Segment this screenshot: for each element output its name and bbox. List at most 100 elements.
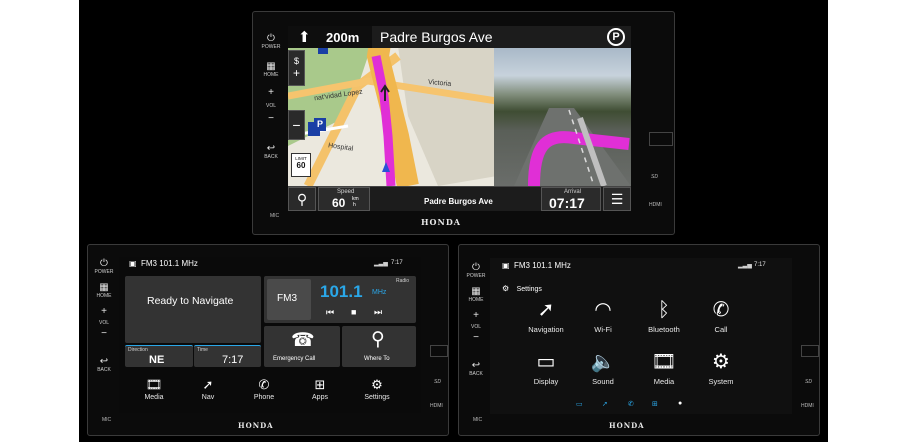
volume-up-button[interactable]: + <box>268 88 274 98</box>
settings-item-label: System <box>708 377 734 386</box>
power-icon: ⏻ <box>267 33 275 44</box>
menu-button[interactable]: ☰ <box>603 187 631 211</box>
home-label: HOME <box>263 72 279 78</box>
gear-icon[interactable]: ● <box>678 400 682 407</box>
bluetooth-icon: ᛒ <box>658 299 670 321</box>
dock-label: Phone <box>253 394 275 401</box>
settings-item-label: Wi-Fi <box>594 325 612 334</box>
home-button[interactable]: ▦ HOME <box>469 287 484 304</box>
power-button[interactable]: ⏻ POWER <box>95 259 114 276</box>
home-button[interactable]: ▦ HOME <box>263 62 279 79</box>
search-button[interactable]: ⚲ <box>288 187 316 211</box>
top-side-controls: ⏻ POWER ▦ HOME + VOL − ↩ BACK <box>255 33 287 161</box>
phone-icon: ✆ <box>712 299 730 321</box>
volume-down-button[interactable]: − <box>473 333 479 343</box>
nav-arrow-icon: ➚ <box>202 377 214 392</box>
media-icon: 🎞 <box>145 377 163 392</box>
home-button[interactable]: ▦ HOME <box>97 282 112 300</box>
settings-title: Settings <box>516 286 542 293</box>
hdmi-label: HDMI <box>801 403 814 409</box>
power-label: POWER <box>261 44 281 50</box>
wifi-icon: ◠ <box>594 299 612 321</box>
status-clock: 7:17 <box>754 262 766 268</box>
settings-navigation[interactable]: ➚ Navigation <box>516 298 576 334</box>
status-bar: ⚲ Speed 60 km h Padre Burgos Ave Arrival… <box>288 186 631 211</box>
power-icon: ⏻ <box>472 262 480 273</box>
settings-system[interactable]: ⚙ System <box>691 350 751 386</box>
settings-bluetooth[interactable]: ᛒ Bluetooth <box>634 298 694 334</box>
honda-logo: HONDA <box>609 421 645 430</box>
emergency-call-tile[interactable]: ☎ Emergency Call <box>264 326 340 367</box>
speed-limit-value: 60 <box>296 161 306 170</box>
back-button[interactable]: ↩ BACK <box>469 361 483 378</box>
nav-status-tile[interactable]: Ready to Navigate <box>125 276 261 343</box>
back-arrow-icon: ↩ <box>99 356 109 367</box>
frequency-unit: MHz <box>372 289 387 296</box>
radio-status-icon: ▣ <box>502 261 510 270</box>
hdmi-label: HDMI <box>649 202 662 208</box>
product-composite: ⏻ POWER ▦ HOME + VOL − ↩ BACK MIC HONDA … <box>79 0 828 442</box>
settings-side-controls: ⏻ POWER ▦ HOME + VOL − ↩ BACK <box>461 262 491 378</box>
volume-up-button[interactable]: + <box>473 311 479 321</box>
minus-icon: − <box>473 332 479 343</box>
back-label: BACK <box>469 371 483 377</box>
previous-track-icon[interactable]: ⏮ <box>326 307 334 318</box>
settings-media[interactable]: 🎞 Media <box>634 350 694 386</box>
speed-display: Speed 60 km h <box>318 187 370 211</box>
dock-apps[interactable]: ⊞ Apps <box>305 378 335 402</box>
mic-label: MIC <box>473 417 483 423</box>
search-icon: ⚲ <box>296 190 308 207</box>
usb-port-cover <box>801 345 819 357</box>
next-track-icon[interactable]: ⏭ <box>374 307 382 318</box>
settings-wifi[interactable]: ◠ Wi-Fi <box>573 298 633 334</box>
media-icon[interactable]: ▭ <box>576 400 583 408</box>
back-button[interactable]: ↩ BACK <box>264 144 278 161</box>
usb-port-cover <box>649 132 673 146</box>
sd-slot-label: SD <box>805 379 812 385</box>
dock-label: Apps <box>312 394 328 401</box>
where-to-tile[interactable]: ⚲ Where To <box>342 326 416 367</box>
settings-call[interactable]: ✆ Call <box>691 298 751 334</box>
phone-icon[interactable]: ✆ <box>628 400 634 408</box>
radio-tile[interactable]: FM3 Radio 101.1 MHz ⏮ ■ ⏭ <box>264 276 416 323</box>
volume-up-button[interactable]: + <box>101 307 107 317</box>
apps-grid-icon[interactable]: ⊞ <box>652 400 658 408</box>
stop-icon[interactable]: ■ <box>351 307 356 317</box>
status-clock: 7:17 <box>391 260 403 266</box>
search-icon: ⚲ <box>371 329 385 350</box>
frequency-value: 101.1 <box>320 282 363 301</box>
time-value: 7:17 <box>222 354 244 366</box>
dock-nav[interactable]: ➚ Nav <box>193 377 223 402</box>
dock-phone[interactable]: ✆ Phone <box>249 378 279 402</box>
radio-label: Radio <box>396 278 410 284</box>
turn-arrow-up-icon: ⬆ <box>298 29 311 46</box>
phone-icon: ☎ <box>291 330 315 351</box>
next-turn-panel[interactable]: ⬆ 200m <box>288 26 372 48</box>
back-button[interactable]: ↩ BACK <box>97 356 111 374</box>
volume-down-button[interactable]: − <box>101 329 107 339</box>
power-button[interactable]: ⏻ POWER <box>467 262 486 280</box>
nav-arrow-icon[interactable]: ➚ <box>602 400 608 408</box>
settings-item-label: Bluetooth <box>648 325 680 334</box>
parking-button[interactable]: P <box>607 28 625 46</box>
minus-icon: − <box>292 117 301 133</box>
dock-settings[interactable]: ⚙ Settings <box>355 378 399 402</box>
volume-down-button[interactable]: − <box>268 114 274 124</box>
settings-display[interactable]: ▭ Display <box>516 350 576 386</box>
station-status: FM3 101.1 MHz <box>514 261 571 270</box>
arrival-display[interactable]: Arrival 07:17 <box>541 187 601 211</box>
map-view[interactable]: nat'vidad Lopez Victoria Hospital P $ + … <box>288 26 497 186</box>
zoom-in-button[interactable]: $ + <box>288 50 305 86</box>
zoom-out-button[interactable]: − <box>288 110 305 140</box>
head-unit-top: ⏻ POWER ▦ HOME + VOL − ↩ BACK MIC HONDA … <box>252 11 675 235</box>
mic-label: MIC <box>270 213 280 219</box>
honda-logo: HONDA <box>421 217 461 227</box>
home-screen: ▣ FM3 101.1 MHz ▂▃▅ 7:17 Ready to Naviga… <box>119 257 421 413</box>
arrival-time: 07:17 <box>549 195 585 211</box>
power-button[interactable]: ⏻ POWER <box>261 33 281 51</box>
settings-sound[interactable]: 🔈 Sound <box>573 350 633 386</box>
home-grid-icon: ▦ <box>99 282 109 293</box>
radio-status-icon: ▣ <box>129 259 137 268</box>
speed-unit: h <box>353 202 356 208</box>
dock-media[interactable]: 🎞 Media <box>139 377 169 402</box>
